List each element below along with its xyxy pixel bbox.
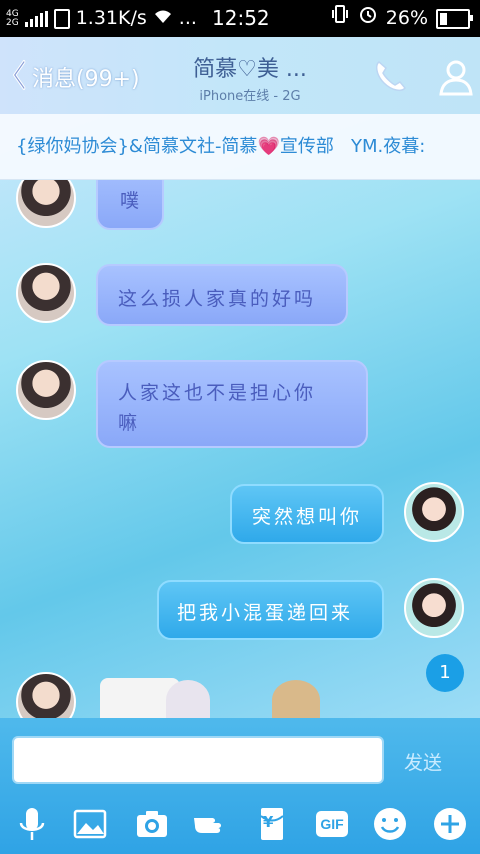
avatar[interactable] [404,578,464,638]
plus-icon[interactable] [430,804,470,844]
message-bubble[interactable]: 突然想叫你 [230,484,384,544]
emoji-icon[interactable] [370,804,410,844]
gif-label: GIF [316,811,348,837]
chat-title[interactable]: 简慕♡美 ... iPhone在线 - 2G [160,51,340,104]
poke-icon[interactable] [190,804,230,844]
network-type: 4G 2G [6,9,19,28]
message-text: 把我小混蛋递回来 [177,602,354,624]
message-bubble[interactable]: 噗 [96,180,164,230]
person-icon[interactable] [436,57,476,97]
chat-header: 消息(99+) 简慕♡美 ... iPhone在线 - 2G [0,37,480,114]
banner-text-1: {绿你妈协会}&简慕文社-简慕 [16,136,258,157]
avatar[interactable] [16,360,76,420]
wifi-icon [153,0,173,37]
back-button[interactable]: 消息(99+) [8,59,140,95]
message-text: 突然想叫你 [252,506,363,528]
decorative-character-left [166,680,210,718]
message-bubble[interactable]: 把我小混蛋递回来 [157,580,384,640]
avatar[interactable] [16,180,76,228]
chat-area[interactable]: 噗 这么损人家真的好吗 人家这也不是担心你 嘛 突然想叫你 把我小混蛋递回来 1 [0,180,480,718]
vibrate-icon [330,0,350,37]
message-text-line: 人家这也不是担心你 [118,382,317,404]
alarm-icon [358,0,378,37]
message-bubble[interactable]: 人家这也不是担心你 嘛 [96,360,368,448]
message-text-line: 嘛 [118,412,141,434]
toolbar: ¥ GIF [0,804,480,850]
message-text: 这么损人家真的好吗 [118,288,317,310]
message-input[interactable] [12,736,384,784]
more-indicator: ... [178,7,197,29]
clock: 12:52 [212,6,270,30]
avatar[interactable] [16,263,76,323]
unread-badge[interactable]: 1 [426,654,464,692]
avatar[interactable] [16,672,76,718]
chevron-left-icon [11,59,26,95]
send-button[interactable]: 发送 [404,748,442,775]
microphone-icon[interactable] [12,804,52,844]
network-type-bottom: 2G [6,17,19,28]
status-bar: 4G 2G 1.31K/s ... 12:52 26% [0,0,480,37]
heart-icon: 💗 [257,136,280,157]
banner-text-2: 宣传部 [279,136,334,157]
battery-percent: 26% [385,7,428,29]
red-packet-symbol: ¥ [263,813,274,831]
battery-icon [436,8,473,29]
battery-fill [440,12,447,25]
network-speed: 1.31K/s [75,7,147,29]
back-label: 消息(99+) [32,67,140,92]
group-banner[interactable]: {绿你妈协会}&简慕文社-简慕💗宣传部 YM.夜暮: [0,114,480,180]
message-bubble[interactable]: 这么损人家真的好吗 [96,264,348,326]
decorative-character-right [272,680,320,718]
phone-icon[interactable] [370,57,410,97]
signal-icon [24,10,48,27]
camera-icon[interactable] [132,804,172,844]
banner-text-3: YM.夜暮: [351,136,426,157]
message-text: 噗 [120,190,143,212]
avatar[interactable] [404,482,464,542]
sim-icon [53,8,70,29]
image-icon[interactable] [70,804,110,844]
gif-button[interactable]: GIF [312,804,352,844]
contact-status: iPhone在线 - 2G [199,89,301,104]
contact-name: 简慕♡美 ... [193,57,307,82]
input-bar: 发送 ¥ GIF [0,718,480,854]
